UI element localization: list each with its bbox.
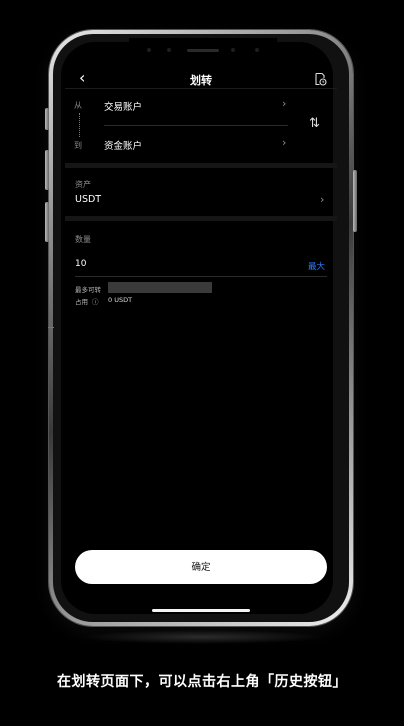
masked-value — [108, 282, 212, 293]
sensor-dot — [147, 48, 151, 52]
to-account-row[interactable]: 资金账户 › — [100, 134, 292, 156]
nav-bar: ‹ 划转 — [65, 64, 337, 94]
chevron-right-icon: › — [320, 193, 325, 206]
section-separator — [65, 216, 337, 221]
asset-row[interactable]: USDT › — [70, 192, 332, 210]
side-button — [45, 108, 49, 130]
info-icon[interactable]: ⓘ — [92, 296, 99, 306]
nav-divider — [65, 88, 337, 89]
confirm-button[interactable]: 确定 — [75, 550, 327, 584]
from-account-row[interactable]: 交易账户 › — [100, 95, 292, 117]
speaker-grille — [187, 49, 219, 52]
from-account-value: 交易账户 — [104, 102, 143, 113]
occupied-label: 占用 — [75, 298, 88, 306]
from-to-divider — [104, 125, 288, 126]
asset-label: 资产 — [75, 180, 91, 189]
phone-reflection — [80, 630, 324, 644]
swap-vertical-icon[interactable]: ⇅ — [309, 116, 320, 131]
max-button[interactable]: 最大 — [308, 260, 325, 272]
chevron-right-icon: › — [282, 97, 287, 110]
caption-text: 在划转页面下，可以点击右上角「历史按钮」 — [57, 674, 347, 690]
transfer-connector — [79, 113, 80, 137]
chevron-right-icon: › — [282, 136, 287, 149]
sensor-dot — [167, 48, 171, 52]
history-icon[interactable] — [313, 72, 327, 86]
side-button — [45, 202, 49, 242]
home-indicator — [152, 609, 250, 612]
from-label: 从 — [74, 101, 82, 110]
max-available-label: 最多可转 — [75, 286, 101, 294]
quantity-label: 数量 — [75, 235, 91, 244]
to-account-value: 资金账户 — [104, 141, 143, 152]
side-button — [353, 170, 357, 232]
notch — [129, 38, 277, 58]
quantity-input[interactable]: 10 — [70, 256, 328, 274]
quantity-underline — [75, 276, 327, 277]
occupied-value: 0 USDT — [108, 296, 133, 304]
app-screen: ‹ 划转 — [65, 38, 337, 610]
section-separator — [65, 163, 337, 168]
quantity-value: 10 — [75, 259, 87, 269]
edge-tick — [48, 327, 54, 328]
page-title: 划转 — [190, 74, 212, 87]
camera-dot — [231, 48, 235, 52]
to-label: 到 — [74, 141, 82, 150]
side-button — [45, 150, 49, 190]
sensor-dot — [255, 48, 259, 52]
asset-value: USDT — [75, 194, 102, 205]
